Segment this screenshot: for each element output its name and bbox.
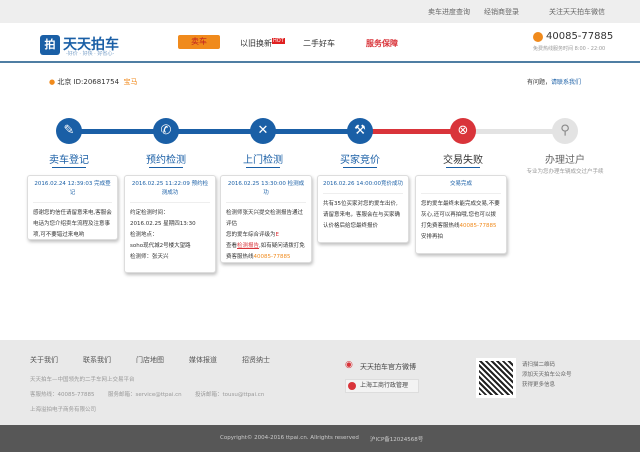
company: 上海溢拍电子商务有限公司 xyxy=(30,407,97,413)
location-pin-icon: ● xyxy=(49,78,56,86)
weibo-icon: ◉ xyxy=(345,360,353,370)
car-id: ID:20681754 xyxy=(73,78,120,86)
qr-code xyxy=(476,358,516,398)
copyright-bar: Copyright© 2004-2016 ttpai.cn. Allrights… xyxy=(0,425,640,452)
step-label: 卖车登记 xyxy=(49,155,89,166)
card-head: 2016.02.24 12:39:03 完成登记 xyxy=(33,180,112,203)
contact-link[interactable]: 请联系我们 xyxy=(551,79,581,86)
card-head: 2016.02.26 14:00:00竞价成功 xyxy=(323,180,403,194)
card-text: 您的爱车综合评级为E xyxy=(226,230,306,241)
card-text: 您的爱车最终未能完成交易,不要灰心,还可以再拍哦,您也可以拨打免费客服热线400… xyxy=(421,199,501,243)
card-head: 2016.02.25 11:22:09 预约检测成功 xyxy=(130,180,210,203)
divider xyxy=(343,167,377,168)
step-label: 上门检测 xyxy=(243,155,283,166)
nav-trade-in[interactable]: 以旧换新HOT xyxy=(240,38,285,49)
copyright: Copyright© 2004-2016 ttpai.cn. Allrights… xyxy=(220,435,359,441)
fail-icon: ⊗ xyxy=(450,118,476,144)
progress-line-pending xyxy=(463,129,565,134)
footer-link[interactable]: 关于我们 xyxy=(30,355,58,365)
step-label: 办理过户 xyxy=(545,155,585,166)
wechat-follow-link[interactable]: 关注天天拍车微信 xyxy=(549,7,605,17)
step-card: 2016.02.25 11:22:09 预约检测成功 约定检测时间： 2016.… xyxy=(124,175,216,273)
gavel-icon: ⚒ xyxy=(347,118,373,144)
card-head: 2016.02.25 13:30:00 检测成功 xyxy=(226,180,306,203)
hotline: 客服热线：40085-77885 xyxy=(30,392,95,398)
qr-line: 获得更多信息 xyxy=(522,382,556,388)
footer-link[interactable]: 媒体报道 xyxy=(189,355,217,365)
icp[interactable]: 沪ICP备12024568号 xyxy=(370,435,423,443)
service-email: 服务邮箱：service@ttpai.cn xyxy=(108,392,182,398)
logo-mark[interactable]: 拍 xyxy=(40,35,60,55)
divider xyxy=(246,167,280,168)
step-card: 2016.02.24 12:39:03 完成登记 感谢您的信任请留意来电,客服会… xyxy=(27,175,118,240)
weibo-link[interactable]: 天天拍车官方微博 xyxy=(360,362,416,372)
tagline: 天天拍车—中国领先的二手车网上交易平台 xyxy=(30,377,135,383)
card-text: soho现代城2号楼大望路 xyxy=(130,243,191,249)
hotline-hours: 免费热线服务时间 8:00 - 22:00 xyxy=(533,46,606,52)
form-icon: ✎ xyxy=(56,118,82,144)
footer-link[interactable]: 招贤纳士 xyxy=(242,355,270,365)
card-text: 约定检测时间： xyxy=(130,210,169,216)
footer: 关于我们 联系我们 门店地图 媒体报道 招贤纳士 天天拍车—中国领先的二手车网上… xyxy=(0,340,640,425)
card-text: 感谢您的信任请留意来电,客服会电话为您介绍卖车流程及注意事项,可不要错过来电哟 xyxy=(33,210,112,238)
step-label: 预约检测 xyxy=(146,155,186,166)
gov-label: 上海工商行政管理 xyxy=(360,382,409,389)
nav-used-cars[interactable]: 二手好车 xyxy=(303,38,335,49)
gov-badge[interactable]: 上海工商行政管理 xyxy=(345,379,419,393)
help-text: 有问题， xyxy=(527,79,552,86)
help-area: 有问题，请联系我们 xyxy=(527,77,581,86)
card-text: 检测师张天兴提交检测报告通过评估 xyxy=(226,210,304,227)
view-text: 查看 xyxy=(226,243,238,249)
card-text: 检测地点： xyxy=(130,232,158,238)
divider xyxy=(446,167,480,168)
emblem-icon xyxy=(348,382,356,390)
footer-link[interactable]: 门店地图 xyxy=(136,355,164,365)
complaint-email: 投诉邮箱：tousu@ttpai.cn xyxy=(195,392,265,398)
hotline-number: 40085-77885 xyxy=(546,31,614,42)
qr-line: 添加天天拍车公众号 xyxy=(522,372,572,378)
card-text: 查看检测报告,如有疑问请拨打免费客服热线40085-77885 xyxy=(226,241,306,263)
step-card: 2016.02.25 13:30:00 检测成功 检测师张天兴提交检测报告通过评… xyxy=(220,175,312,263)
progress-line-done xyxy=(69,129,360,134)
step-label: 交易失败 xyxy=(443,155,483,166)
step-label: 买家竞价 xyxy=(340,155,380,166)
hot-badge: HOT xyxy=(272,38,285,44)
stamp-icon: ⚲ xyxy=(552,118,578,144)
nav-service[interactable]: 服务保障 xyxy=(366,38,398,49)
nav-sell[interactable]: 卖车 xyxy=(178,35,220,49)
grade-label: 您的爱车综合评级为 xyxy=(226,232,276,238)
header: 拍 天天拍车 -好价 · 好快 · 好省心- 卖车 以旧换新HOT 二手好车 服… xyxy=(0,23,640,63)
nav-label: 以旧换新 xyxy=(240,39,272,48)
card-text-end: 安排再拍 xyxy=(421,234,444,240)
phone-icon: ✆ xyxy=(153,118,179,144)
location: 北京 xyxy=(57,78,72,86)
qr-line: 请扫描二维码 xyxy=(522,362,556,368)
car-info: ● 北京 ID:20681754 宝马 xyxy=(49,77,137,87)
divider xyxy=(52,167,86,168)
car-brand: 宝马 xyxy=(123,78,138,86)
hotline: 40085-77885 xyxy=(253,254,291,260)
divider xyxy=(149,167,183,168)
footer-link[interactable]: 联系我们 xyxy=(83,355,111,365)
progress-line-failed xyxy=(360,129,463,134)
card-text: 检测师：张天兴 xyxy=(130,254,169,260)
top-bar: 卖车进度查询 经销商登录 关注天天拍车微信 xyxy=(0,0,640,23)
step-card: 交易完成 您的爱车最终未能完成交易,不要灰心,还可以再拍哦,您也可以拨打免费客服… xyxy=(415,175,507,254)
phone-icon xyxy=(533,32,543,42)
qr-text: 请扫描二维码 添加天天拍车公众号 获得更多信息 xyxy=(522,360,572,390)
tools-icon: ✕ xyxy=(250,118,276,144)
card-text: 共有35位买家对您的爱车出价,请留意来电，客服会在与买家确认价格后给您最终报价 xyxy=(323,201,401,229)
report-link[interactable]: 检测报告 xyxy=(237,243,259,249)
grade: E xyxy=(275,232,279,238)
card-head: 交易完成 xyxy=(421,180,501,194)
sell-progress-link[interactable]: 卖车进度查询 xyxy=(428,7,470,17)
card-text: 2016.02.25 星期四13:30 xyxy=(130,221,196,227)
hotline: 40085-77885 xyxy=(459,223,497,229)
step-card: 2016.02.26 14:00:00竞价成功 共有35位买家对您的爱车出价,请… xyxy=(317,175,409,243)
dealer-login-link[interactable]: 经销商登录 xyxy=(484,7,519,17)
step-desc: 专业为您办理车辆成交过户手续 xyxy=(526,169,604,175)
logo-slogan: -好价 · 好快 · 好省心- xyxy=(66,51,115,57)
